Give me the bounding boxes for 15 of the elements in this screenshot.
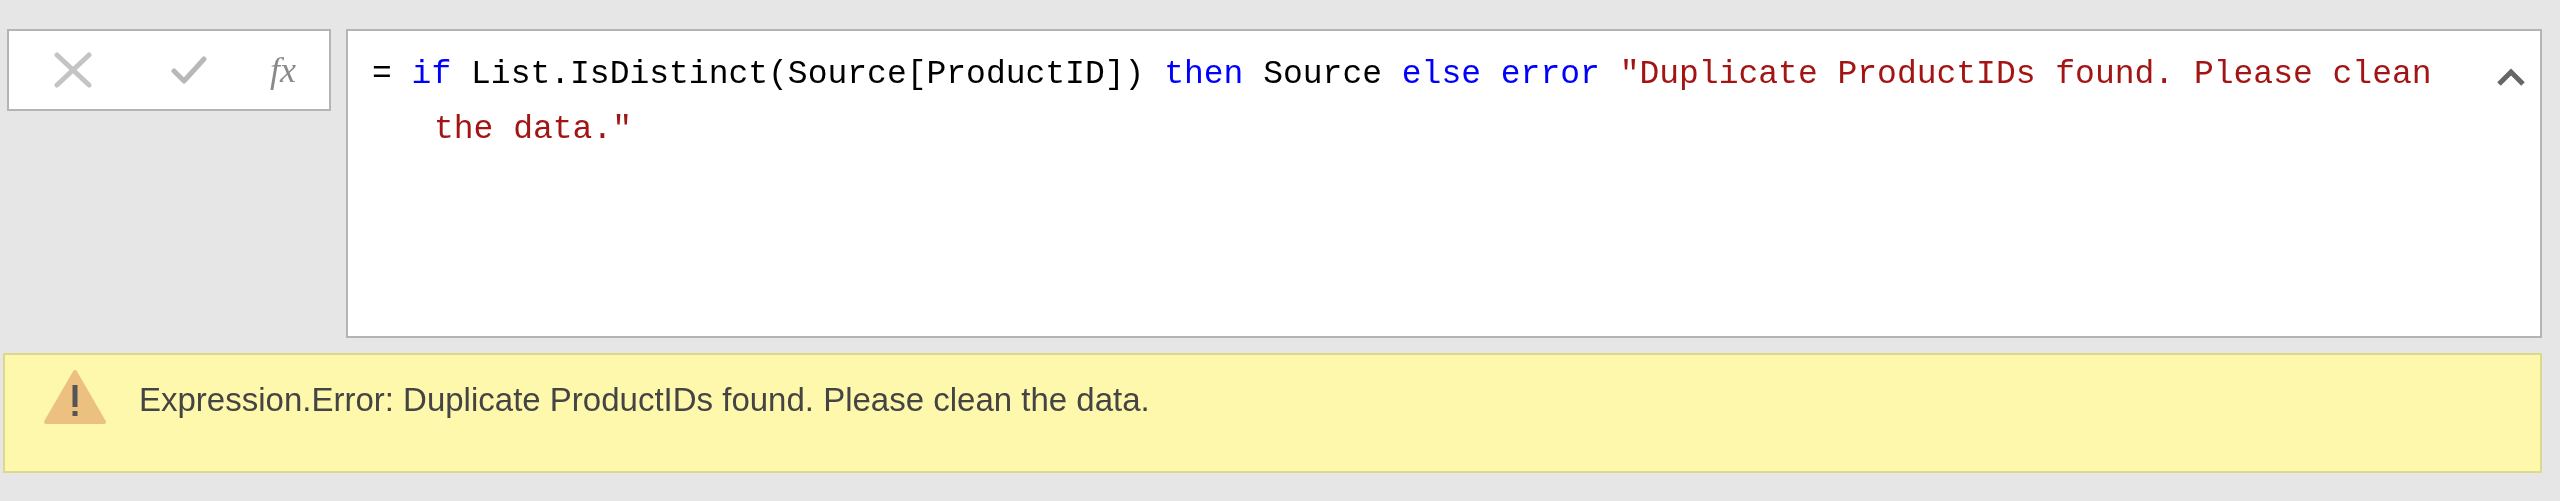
checkmark-icon (171, 55, 207, 85)
collapse-icon[interactable] (2496, 67, 2526, 87)
error-message: Expression.Error: Duplicate ProductIDs found. Please clean the data. (139, 380, 1150, 420)
code-token: if (411, 55, 452, 95)
code-token: = (372, 55, 393, 95)
code-token: the data." (434, 110, 633, 150)
code-token: error (1499, 55, 1600, 95)
code-token: then (1164, 55, 1244, 95)
code-token: Source (1262, 55, 1383, 95)
code-token: else (1401, 55, 1481, 95)
code-token: "Duplicate ProductIDs found. Please clean (1618, 55, 2432, 95)
formula-editor[interactable]: = if List.IsDistinct(Source[ProductID]) then Source else error "Duplicate ProductIDs found. Please clean the data." (346, 29, 2542, 338)
code-token: List.IsDistinct(Source[ProductID]) (470, 55, 1146, 95)
close-icon (54, 52, 92, 88)
warning-icon (43, 369, 107, 425)
